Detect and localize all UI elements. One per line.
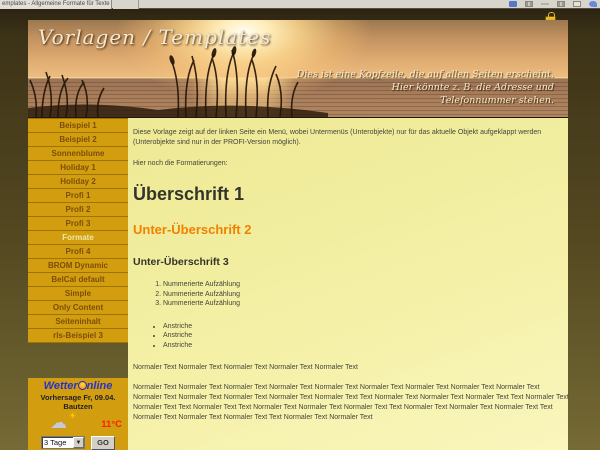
numbered-list-item: Nummerierte Aufzählung xyxy=(163,290,564,300)
tagline-line-1: Dies ist eine Kopfzeile, die auf allen S… xyxy=(297,68,554,81)
sidebar-item-beispiel-1[interactable]: Beispiel 1 xyxy=(28,119,128,133)
cloud-icon: ☁ xyxy=(50,413,67,433)
dune-grass-silhouette xyxy=(28,42,328,117)
logo-text-wetter: Wetter xyxy=(44,380,78,392)
go-button[interactable]: GO xyxy=(91,436,115,450)
bullet-list-item: Anstriche xyxy=(163,341,564,351)
bullet-list-item: Anstriche xyxy=(163,322,564,332)
sidebar-item-holiday-1[interactable]: Holiday 1 xyxy=(28,161,128,175)
sun-behind-cloud-icon: ☀ xyxy=(68,411,77,422)
sidebar-item-profi-1[interactable]: Profi 1 xyxy=(28,189,128,203)
tagline-line-2: Hier könnte z. B. die Adresse und xyxy=(297,81,554,94)
toolbar-grid-icon[interactable] xyxy=(525,1,533,7)
numbered-list-item: Nummerierte Aufzählung xyxy=(163,280,564,290)
sidebar-item-formate[interactable]: Formate xyxy=(28,231,128,245)
toolbar-minimize-icon[interactable] xyxy=(541,1,549,7)
temperature-value: 11°C xyxy=(101,419,122,430)
browser-toolbar-icons xyxy=(509,1,597,8)
normal-text-paragraph-2: Normaler Text Normaler Text Normaler Tex… xyxy=(133,383,569,423)
forecast-controls: 3 Tage ▼ GO xyxy=(28,436,128,450)
sidebar-item-profi-2[interactable]: Profi 2 xyxy=(28,203,128,217)
forecast-range-select[interactable]: 3 Tage ▼ xyxy=(41,436,85,449)
numbered-list-item: Nummerierte Aufzählung xyxy=(163,299,564,309)
bullet-list: Anstriche Anstriche Anstriche xyxy=(133,322,564,351)
sidebar-item-belcal-default[interactable]: BelCal default xyxy=(28,273,128,287)
sidebar-item-profi-3[interactable]: Profi 3 xyxy=(28,217,128,231)
browser-tab-stub[interactable] xyxy=(113,0,139,9)
heading-3: Unter-Überschrift 3 xyxy=(133,256,564,268)
normal-text-paragraph-1: Normaler Text Normaler Text Normaler Tex… xyxy=(133,363,567,373)
toolbar-help-icon[interactable] xyxy=(589,1,597,7)
sidebar-item-only-content[interactable]: Only Content xyxy=(28,301,128,315)
wetteronline-logo[interactable]: Wetter nline xyxy=(28,378,128,393)
page-header: Vorlagen / Templates Dies ist eine Kopfz… xyxy=(28,20,568,118)
bullet-list-item: Anstriche xyxy=(163,331,564,341)
heading-2: Unter-Überschrift 2 xyxy=(133,222,564,237)
sidebar-item-holiday-2[interactable]: Holiday 2 xyxy=(28,175,128,189)
forecast-date: Vorhersage Fr, 09.04. xyxy=(28,393,128,402)
weather-widget: Wetter nline Vorhersage Fr, 09.04. Bautze… xyxy=(28,378,128,450)
browser-chrome-strip: emplates - Allgemeine Formate für Texte … xyxy=(0,0,600,9)
sidebar-item-seiteninhalt[interactable]: Seiteninhalt xyxy=(28,315,128,329)
forecast-city: Bautzen xyxy=(28,402,128,411)
forecast-range-value: 3 Tage xyxy=(42,438,73,447)
sidebar-item-rls-beispiel-3[interactable]: rls-Beispiel 3 xyxy=(28,329,128,343)
heading-1: Überschrift 1 xyxy=(133,184,564,205)
forecast-row: ☀ ☁ 11°C xyxy=(28,413,128,435)
sun-icon xyxy=(78,381,87,390)
toolbar-tiles-icon[interactable] xyxy=(557,1,565,7)
main-content: Diese Vorlage zeigt auf der linken Seite… xyxy=(128,118,568,450)
logo-text-nline: nline xyxy=(87,380,113,392)
browser-tab[interactable]: emplates - Allgemeine Formate für Texte … xyxy=(0,0,112,9)
chevron-down-icon[interactable]: ▼ xyxy=(73,437,84,448)
sidebar-item-profi-4[interactable]: Profi 4 xyxy=(28,245,128,259)
formats-intro-line: Hier noch die Formatierungen: xyxy=(133,159,564,169)
sidebar-item-beispiel-2[interactable]: Beispiel 2 xyxy=(28,133,128,147)
sidebar-item-sonnenblume[interactable]: Sonnenblume xyxy=(28,147,128,161)
numbered-list: Nummerierte Aufzählung Nummerierte Aufzä… xyxy=(133,280,564,309)
sidebar-item-simple[interactable]: Simple xyxy=(28,287,128,301)
site-title: Vorlagen / Templates xyxy=(38,25,271,49)
sidebar-item-brom-dynamic[interactable]: BROM Dynamic xyxy=(28,259,128,273)
header-tagline: Dies ist eine Kopfzeile, die auf allen S… xyxy=(297,68,554,107)
toolbar-bookmark-icon[interactable] xyxy=(509,1,517,7)
toolbar-window-icon[interactable] xyxy=(573,1,581,7)
tagline-line-3: Telefonnummer stehen. xyxy=(297,94,554,107)
sidebar-menu: Beispiel 1 Beispiel 2 Sonnenblume Holida… xyxy=(28,118,128,343)
intro-paragraph: Diese Vorlage zeigt auf der linken Seite… xyxy=(133,128,567,148)
